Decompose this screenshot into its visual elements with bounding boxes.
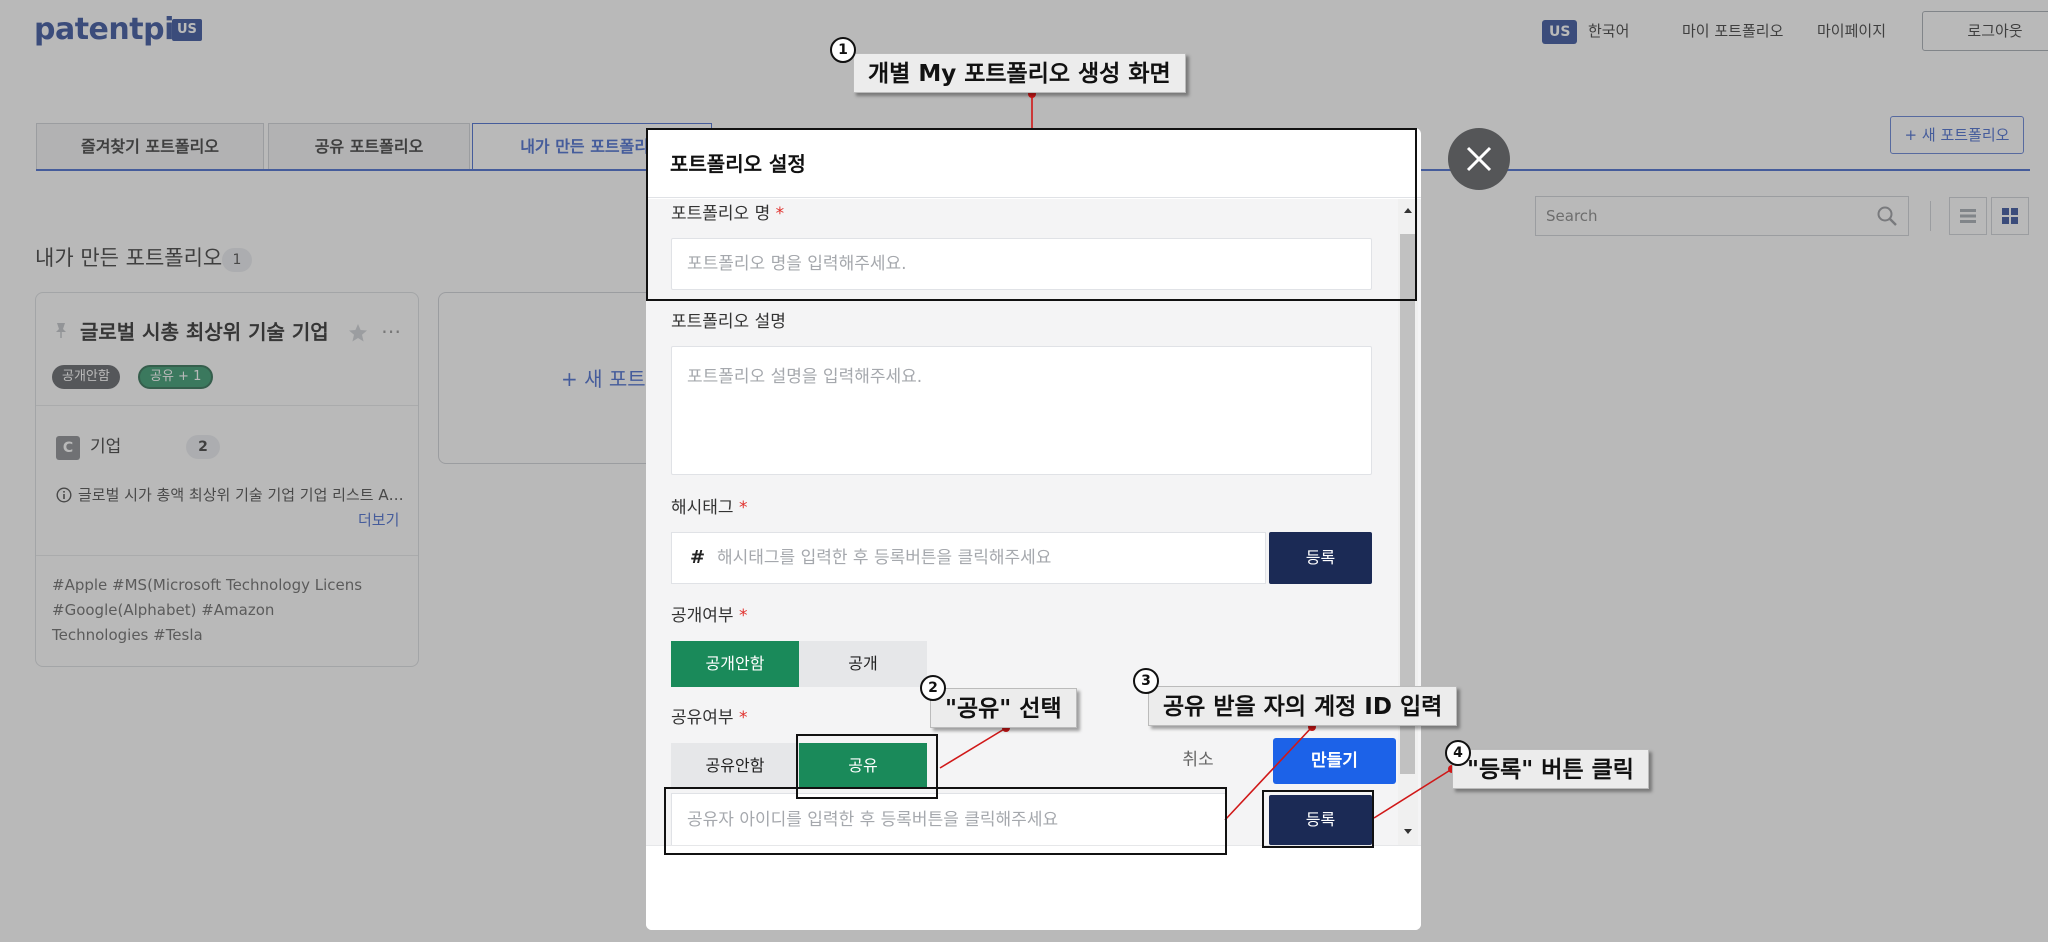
public-off-toggle[interactable]: 공개안함 xyxy=(671,641,799,687)
required-mark: * xyxy=(738,498,748,518)
cancel-button[interactable]: 취소 xyxy=(1168,740,1228,780)
annotation-callout-2: "공유" 선택 xyxy=(930,688,1077,728)
annotation-callout-3: 공유 받을 자의 계정 ID 입력 xyxy=(1148,686,1458,726)
annotation-number-4: 4 xyxy=(1445,740,1471,766)
required-mark: * xyxy=(738,606,748,626)
hashtag-label: 해시태그 * xyxy=(671,496,747,520)
close-modal-button[interactable] xyxy=(1448,128,1510,190)
hashtag-register-button[interactable]: 등록 xyxy=(1269,532,1372,584)
share-label: 공유여부 * xyxy=(671,706,747,730)
annotation-callout-4: "등록" 버튼 클릭 xyxy=(1452,749,1649,789)
annotation-number-1: 1 xyxy=(830,37,856,63)
annotation-number-2: 2 xyxy=(920,675,946,701)
public-on-toggle[interactable]: 공개 xyxy=(799,641,927,687)
public-label: 공개여부 * xyxy=(671,604,747,628)
hashtag-input[interactable] xyxy=(717,533,1257,583)
modal-footer xyxy=(646,845,1421,930)
required-mark: * xyxy=(738,708,748,728)
public-label-text: 공개여부 xyxy=(671,606,734,626)
create-button[interactable]: 만들기 xyxy=(1273,738,1396,784)
annotation-callout-1: 개별 My 포트폴리오 생성 화면 xyxy=(853,53,1186,93)
annotation-box-modal xyxy=(646,128,1417,301)
hash-icon: # xyxy=(690,547,706,568)
scroll-down-icon[interactable] xyxy=(1401,824,1415,838)
annotation-box-share-input xyxy=(664,787,1227,855)
close-icon xyxy=(1466,146,1492,172)
share-label-text: 공유여부 xyxy=(671,708,734,728)
annotation-box-register-button xyxy=(1262,790,1374,848)
share-off-toggle[interactable]: 공유안함 xyxy=(671,743,799,789)
annotation-number-3: 3 xyxy=(1133,668,1159,694)
hashtag-field: # xyxy=(671,532,1266,584)
hashtag-label-text: 해시태그 xyxy=(671,498,734,518)
description-label: 포트폴리오 설명 xyxy=(671,312,786,332)
portfolio-description-input[interactable] xyxy=(671,346,1372,475)
